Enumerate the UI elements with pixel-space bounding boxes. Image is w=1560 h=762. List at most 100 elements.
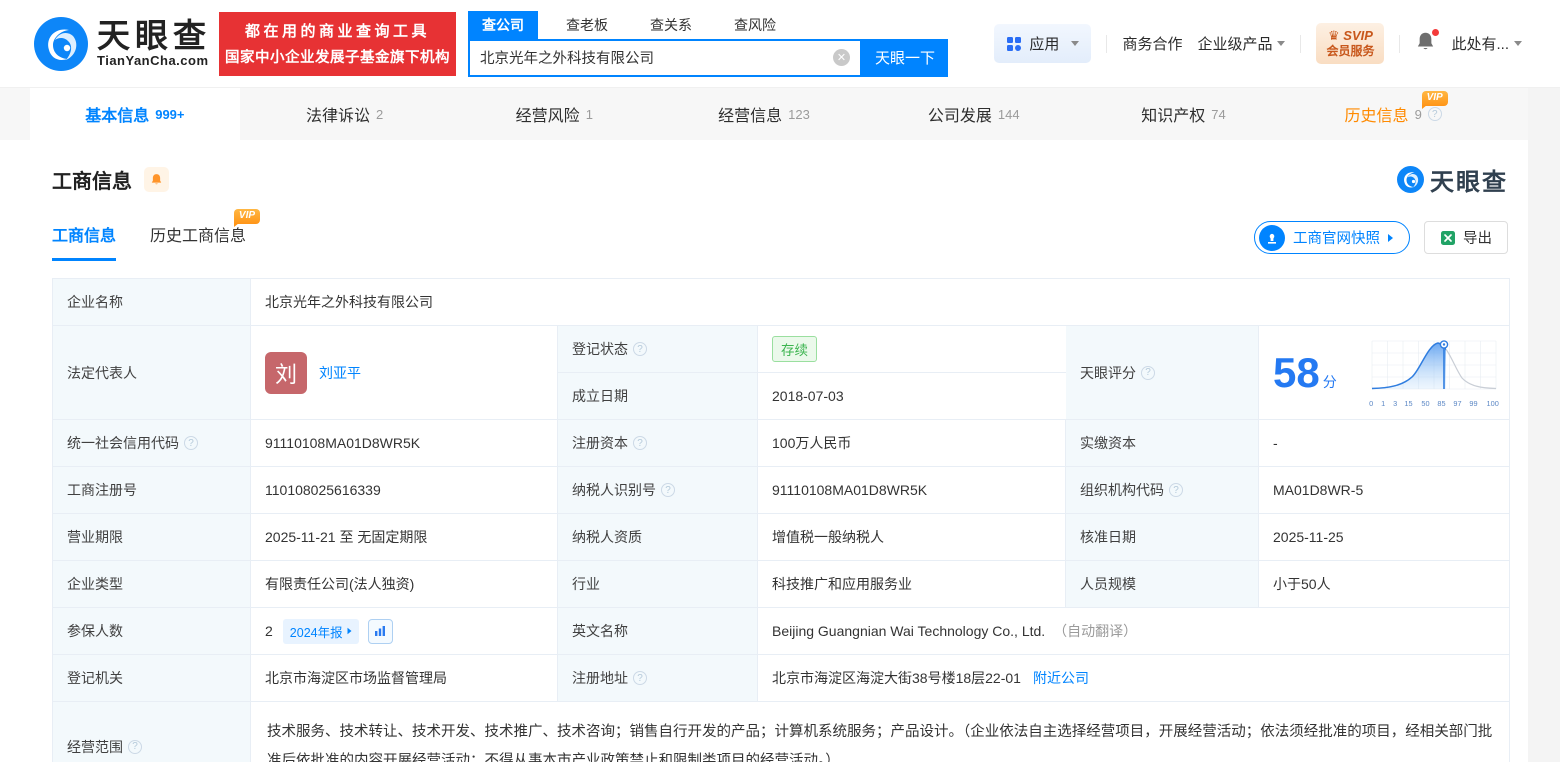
field-label: 统一社会信用代码 (53, 420, 251, 467)
nav-business-cooperation[interactable]: 商务合作 (1122, 33, 1182, 54)
field-label: 营业期限 (53, 514, 251, 561)
subtab-business-info[interactable]: 工商信息 (52, 222, 117, 261)
tab-intellectual-property[interactable]: 知识产权 74 (1079, 88, 1289, 140)
reg-no-value: 110108025616339 (251, 467, 558, 514)
table-row: 统一社会信用代码 91110108MA01D8WR5K 注册资本 100万人民币… (53, 420, 1509, 467)
tab-operation-risk[interactable]: 经营风险 1 (449, 88, 659, 140)
help-icon[interactable] (1169, 483, 1183, 497)
annual-report-badge[interactable]: 2024年报 (282, 618, 359, 644)
company-page-tabs: 基本信息 999+ 法律诉讼 2 经营风险 1 经营信息 123 公司发展 14… (0, 88, 1528, 140)
excel-icon (1441, 230, 1455, 245)
status-badge: 存续 (772, 336, 817, 362)
apps-menu[interactable]: 应用 (994, 24, 1092, 63)
search-tab-risk[interactable]: 查风险 (720, 11, 790, 39)
logo-domain: TianYanCha.com (97, 53, 209, 69)
subscribe-bell-button[interactable] (144, 167, 169, 192)
address-cell: 北京市海淀区海淀大街38号楼18层22-01 附近公司 (758, 655, 1509, 702)
search-tabs: 查公司 查老板 查关系 查风险 (468, 10, 950, 39)
field-label: 企业类型 (53, 561, 251, 608)
chevron-down-icon (1514, 41, 1522, 46)
export-button[interactable]: 导出 (1424, 221, 1508, 254)
search-button[interactable]: 天眼一下 (862, 38, 948, 77)
score-cell[interactable]: 58 分 0 1 3 15 50 85 97 99 100 (1259, 326, 1509, 420)
table-row: 企业类型 有限责任公司(法人独资) 行业 科技推广和应用服务业 人员规模 小于5… (53, 561, 1509, 608)
header-right-nav: 应用 商务合作 企业级产品 ♛ SVIP 会员服务 此处有... (994, 22, 1522, 65)
subtab-history-business-info[interactable]: VIP 历史工商信息 (150, 209, 261, 261)
company-type-value: 有限责任公司(法人独资) (251, 561, 558, 608)
logo-text: 天眼查 (97, 16, 211, 54)
field-label: 纳税人识别号 (558, 467, 758, 514)
clear-search-icon[interactable]: ✕ (833, 49, 850, 66)
section-title: 工商信息 (52, 171, 132, 193)
help-icon[interactable] (661, 483, 675, 497)
field-label: 英文名称 (558, 608, 758, 655)
tab-company-development[interactable]: 公司发展 144 (869, 88, 1079, 140)
notification-bell-icon[interactable] (1415, 28, 1440, 57)
nearby-companies-link[interactable]: 附近公司 (1033, 668, 1089, 688)
legal-rep-avatar[interactable]: 刘 (265, 351, 307, 394)
help-icon[interactable] (1427, 107, 1442, 121)
banner-line1: 都在用的商业查询工具 (244, 23, 430, 40)
bar-chart-icon[interactable] (367, 618, 393, 644)
notification-dot (1432, 28, 1440, 36)
table-row: 参保人数 2 2024年报 英文名称 Beijing Guangnian Wai… (53, 608, 1509, 655)
org-code-value: MA01D8WR-5 (1259, 467, 1509, 514)
tianyancha-logo[interactable]: 天眼查 TianYanCha.com (34, 16, 211, 71)
tab-history-info[interactable]: VIP 历史信息 9 (1288, 88, 1498, 140)
table-row: 企业名称 北京光年之外科技有限公司 (53, 279, 1509, 326)
field-label: 参保人数 (53, 608, 251, 655)
watermark-logo: 天眼查 (1397, 162, 1508, 197)
arrow-right-icon (1388, 233, 1393, 242)
company-name-value: 北京光年之外科技有限公司 (251, 279, 1509, 326)
vip-badge: VIP (233, 209, 261, 227)
official-snapshot-button[interactable]: 工商官网快照 (1254, 221, 1410, 254)
approval-date-value: 2025-11-25 (1259, 514, 1509, 561)
help-icon[interactable] (184, 436, 198, 450)
user-account-menu[interactable]: 此处有... (1451, 33, 1522, 54)
watermark-text: 天眼查 (1430, 169, 1508, 196)
field-label: 经营范围 (53, 702, 251, 762)
score-distribution-chart: 0 1 3 15 50 85 97 99 100 (1369, 337, 1499, 408)
legal-rep-link[interactable]: 刘亚平 (319, 363, 361, 383)
tab-legal-litigation[interactable]: 法律诉讼 2 (240, 88, 450, 140)
search-tab-boss[interactable]: 查老板 (552, 11, 622, 39)
help-icon[interactable] (633, 342, 647, 356)
score-value: 58 (1273, 348, 1320, 396)
business-scope-value: 技术服务、技术转让、技术开发、技术推广、技术咨询；销售自行开发的产品；计算机系统… (267, 724, 1493, 762)
business-info-table: 企业名称 北京光年之外科技有限公司 法定代表人 刘 刘亚平 登记状态 ? 存续 … (52, 278, 1510, 762)
field-label: 登记状态 (558, 326, 758, 373)
stamp-icon (1259, 224, 1285, 251)
watermark-logo-icon (1397, 166, 1424, 193)
search-value: 北京光年之外科技有限公司 (480, 51, 654, 67)
en-name-value: Beijing Guangnian Wai Technology Co., Lt… (772, 623, 1046, 639)
bell-icon (151, 174, 162, 185)
page-root: 天眼查 TianYanCha.com 都在用的商业查询工具 国家中小企业发展子基… (0, 0, 1560, 762)
help-icon[interactable] (633, 671, 647, 685)
arrow-right-icon (347, 627, 352, 635)
nav-enterprise-products[interactable]: 企业级产品 (1197, 33, 1286, 54)
uscc-value: 91110108MA01D8WR5K (251, 420, 558, 467)
slogan-banner: 都在用的商业查询工具 国家中小企业发展子基金旗下机构 (219, 11, 456, 76)
en-name-cell: Beijing Guangnian Wai Technology Co., Lt… (758, 608, 1509, 655)
field-label: 纳税人资质 (558, 514, 758, 561)
search-tab-relation[interactable]: 查关系 (636, 11, 706, 39)
business-info-subtabs: 工商信息 VIP 历史工商信息 (52, 209, 261, 261)
tab-operation-info[interactable]: 经营信息 123 (659, 88, 869, 140)
search-area: 查公司 查老板 查关系 查风险 北京光年之外科技有限公司 ✕ 天眼一下 (468, 10, 950, 77)
tab-basic-info[interactable]: 基本信息 999+ (30, 88, 240, 140)
svip-service-label: 会员服务 (1326, 44, 1375, 59)
search-input[interactable]: 北京光年之外科技有限公司 ✕ (468, 38, 862, 77)
search-tab-company[interactable]: 查公司 (468, 10, 538, 39)
insured-value: 2 (265, 623, 273, 639)
help-icon[interactable] (128, 739, 142, 754)
help-icon[interactable] (633, 436, 647, 450)
help-icon[interactable] (1141, 365, 1155, 380)
svip-crown-label: ♛ SVIP (1328, 27, 1373, 43)
svip-member-button[interactable]: ♛ SVIP 会员服务 (1316, 22, 1385, 65)
chevron-down-icon (1277, 41, 1286, 46)
legal-rep-cell: 刘 刘亚平 (251, 326, 558, 420)
field-label: 核准日期 (1066, 514, 1259, 561)
field-label: 实缴资本 (1066, 420, 1259, 467)
field-label: 登记机关 (53, 655, 251, 702)
taxpayer-id-value: 91110108MA01D8WR5K (758, 467, 1066, 514)
